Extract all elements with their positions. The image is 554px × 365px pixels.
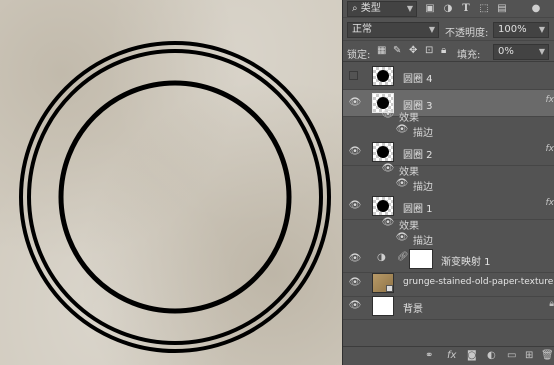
type-layer-filter-icon[interactable]: T — [459, 3, 473, 15]
lock-all-icon[interactable]: 🔒︎ — [441, 45, 446, 56]
opacity-label: 不透明度: — [445, 28, 489, 39]
circle-shape-icon — [377, 70, 389, 82]
lock-transparency-icon[interactable]: ▦ — [377, 45, 386, 56]
eye-icon[interactable]: 👁︎ — [395, 232, 409, 243]
eye-icon[interactable]: 👁︎ — [348, 253, 362, 264]
effects-row: 👁︎ 效果 — [343, 108, 554, 124]
eye-icon[interactable]: 👁︎ — [348, 300, 362, 311]
layer-name[interactable]: 圆圈 4 — [403, 70, 433, 85]
eye-icon[interactable]: 👁︎ — [348, 200, 362, 211]
fx-icon[interactable]: fx — [546, 198, 554, 208]
new-layer-icon[interactable]: ⊞ — [525, 350, 533, 361]
layer-name[interactable]: 圆圈 2 — [403, 146, 433, 161]
effects-label: 效果 — [399, 113, 419, 124]
chevron-down-icon: ▼ — [538, 25, 545, 34]
lock-icon: 🔒︎ — [549, 299, 554, 309]
filter-bar: ⌕ 类型 ▼ ▣ ◑ T ⬚ ▤ ● — [343, 0, 554, 18]
lock-brush-icon[interactable]: ✎ — [393, 45, 401, 56]
layer-thumbnail — [372, 142, 394, 162]
layer-thumbnail — [372, 66, 394, 86]
stroke-effect-row: 👁︎ 描边 — [343, 123, 554, 139]
layer-row-background[interactable]: 👁︎ 背景 🔒︎ — [343, 293, 554, 320]
pixel-layer-filter-icon[interactable]: ▣ — [423, 3, 437, 15]
trash-icon[interactable]: 🗑︎ — [541, 350, 554, 361]
layer-row-circle-4[interactable]: 圆圈 4 — [343, 63, 554, 90]
stroke-label: 描边 — [413, 128, 433, 139]
filter-kind-label: 类型 — [360, 3, 381, 14]
fx-icon[interactable]: fx — [546, 95, 554, 105]
fill-field[interactable]: 0% ▼ — [493, 44, 549, 60]
eye-icon[interactable]: 👁︎ — [395, 124, 409, 135]
effects-row: 👁︎ 效果 — [343, 162, 554, 178]
fx-icon[interactable]: fx — [546, 144, 554, 154]
layers-bottom-toolbar: ⚭ fx ◙ ◐ ▭ ⊞ 🗑︎ — [343, 346, 554, 365]
search-icon: ⌕ — [352, 3, 358, 14]
circle-shape-icon — [377, 200, 389, 212]
lock-artboard-icon[interactable]: ⊡ — [425, 45, 433, 56]
circle-shape-icon — [377, 146, 389, 158]
stroke-effect-row: 👁︎ 描边 — [343, 231, 554, 247]
eye-icon[interactable]: 👁︎ — [348, 97, 362, 108]
smart-object-filter-icon[interactable]: ▤ — [495, 3, 509, 15]
eye-icon[interactable]: 👁︎ — [381, 163, 395, 174]
fill-value: 0% — [498, 46, 514, 57]
blend-mode-value: 正常 — [352, 24, 372, 35]
link-icon[interactable]: 🔗︎ — [397, 252, 408, 262]
filter-kind-dropdown[interactable]: ⌕ 类型 ▼ — [347, 1, 417, 17]
stroke-effect-row: 👁︎ 描边 — [343, 177, 554, 193]
adjustment-layer-icon: ◑ — [377, 252, 386, 263]
visibility-toggle-off[interactable] — [349, 71, 358, 80]
adjustment-layer-filter-icon[interactable]: ◑ — [441, 3, 455, 15]
layers-panel: ⌕ 类型 ▼ ▣ ◑ T ⬚ ▤ ● 正常 ▼ 不透明度: 100% ▼ 锁定:… — [342, 0, 554, 365]
link-layers-icon[interactable]: ⚭ — [425, 350, 433, 361]
layer-name[interactable]: grunge-stained-old-paper-texture — [403, 277, 553, 287]
shape-layer-filter-icon[interactable]: ⬚ — [477, 3, 491, 15]
eye-icon[interactable]: 👁︎ — [395, 178, 409, 189]
opacity-value: 100% — [498, 24, 527, 35]
opacity-field[interactable]: 100% ▼ — [493, 22, 549, 38]
chevron-down-icon: ▼ — [428, 25, 435, 34]
layer-thumbnail — [372, 296, 394, 316]
eye-icon[interactable]: 👁︎ — [381, 217, 395, 228]
blend-mode-dropdown[interactable]: 正常 ▼ — [347, 22, 439, 38]
blend-opacity-bar: 正常 ▼ 不透明度: 100% ▼ — [343, 19, 554, 41]
filter-toggle-icon[interactable]: ● — [529, 3, 543, 15]
chevron-down-icon: ▼ — [406, 4, 413, 13]
layer-name[interactable]: 背景 — [403, 300, 423, 315]
lock-fill-bar: 锁定: ▦ ✎ ✥ ⊡ 🔒︎ 填充: 0% ▼ — [343, 42, 554, 62]
add-mask-icon[interactable]: ◙ — [467, 350, 477, 361]
lock-label: 锁定: — [347, 50, 371, 61]
eye-icon[interactable]: 👁︎ — [381, 109, 395, 120]
stroke-label: 描边 — [413, 182, 433, 193]
canvas-artwork — [19, 41, 331, 353]
eye-icon[interactable]: 👁︎ — [348, 277, 362, 288]
layer-name[interactable]: 圆圈 1 — [403, 200, 433, 215]
new-adjustment-icon[interactable]: ◐ — [487, 350, 496, 361]
layer-thumbnail — [372, 273, 394, 293]
document-canvas[interactable] — [0, 0, 342, 365]
add-style-fx-icon[interactable]: fx — [447, 350, 456, 361]
outer-ring — [19, 41, 331, 353]
lock-position-icon[interactable]: ✥ — [409, 45, 417, 56]
new-group-icon[interactable]: ▭ — [507, 350, 516, 361]
chevron-down-icon: ▼ — [538, 47, 545, 56]
smart-object-badge-icon — [386, 285, 393, 292]
layer-thumbnail — [372, 196, 394, 216]
middle-ring — [27, 49, 323, 345]
inner-ring — [58, 80, 292, 314]
layer-mask-thumbnail — [409, 249, 433, 269]
layer-name[interactable]: 渐变映射 1 — [441, 253, 491, 268]
eye-icon[interactable]: 👁︎ — [348, 146, 362, 157]
effects-label: 效果 — [399, 167, 419, 178]
stroke-label: 描边 — [413, 236, 433, 247]
effects-label: 效果 — [399, 221, 419, 232]
effects-row: 👁︎ 效果 — [343, 216, 554, 232]
fill-label: 填充: — [457, 50, 481, 61]
layer-row-gradient-map[interactable]: 👁︎ ◑ 🔗︎ 渐变映射 1 — [343, 246, 554, 273]
